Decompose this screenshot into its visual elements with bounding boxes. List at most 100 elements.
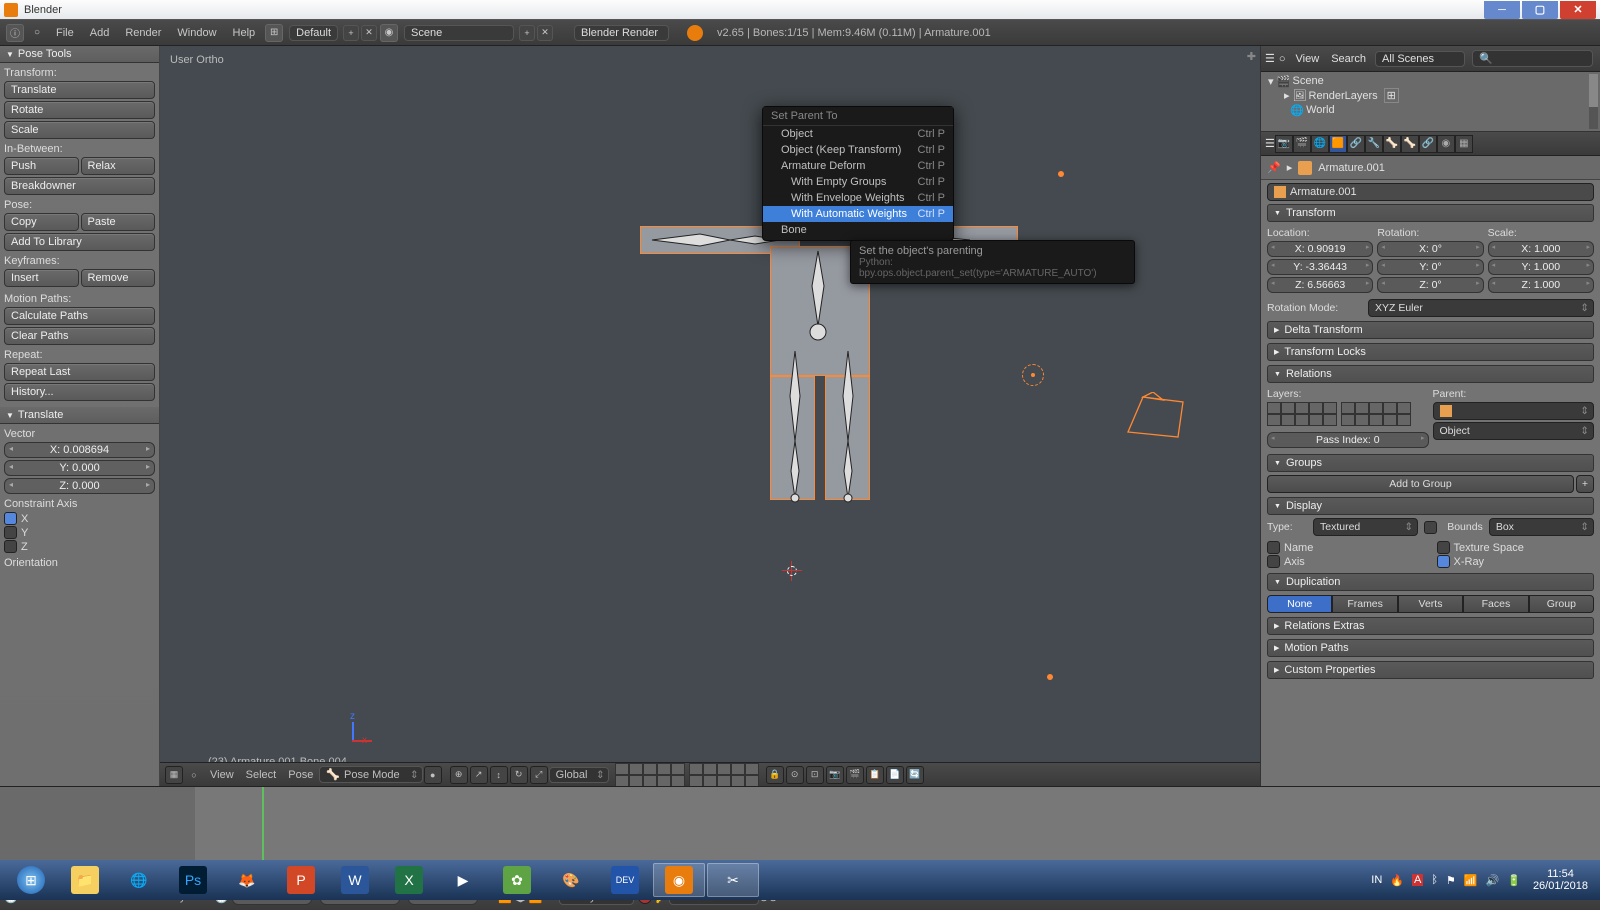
layer-buttons[interactable] bbox=[615, 763, 759, 787]
duplication-header[interactable]: Duplication bbox=[1267, 573, 1594, 591]
remove-key-button[interactable]: Remove bbox=[81, 269, 156, 287]
history-button[interactable]: History... bbox=[4, 383, 155, 401]
loc-x[interactable]: X: 0.90919 bbox=[1267, 241, 1373, 257]
pass-index[interactable]: Pass Index: 0 bbox=[1267, 432, 1429, 448]
parent-type-select[interactable]: Object bbox=[1433, 422, 1595, 440]
layer-grid[interactable] bbox=[1267, 402, 1429, 426]
bounds-type-select[interactable]: Box bbox=[1489, 518, 1594, 536]
loc-z[interactable]: Z: 6.56663 bbox=[1267, 277, 1373, 293]
tray-icon-1[interactable]: 🔥 bbox=[1390, 874, 1404, 887]
outliner-scene[interactable]: Scene bbox=[1293, 75, 1324, 87]
delta-transform-header[interactable]: Delta Transform bbox=[1267, 321, 1594, 339]
explorer-icon[interactable]: 📁 bbox=[59, 863, 111, 897]
outliner-search-field[interactable]: 🔍 bbox=[1472, 50, 1593, 67]
relax-button[interactable]: Relax bbox=[81, 157, 156, 175]
outliner-filter[interactable]: All Scenes bbox=[1375, 51, 1465, 67]
parent-select[interactable] bbox=[1433, 402, 1595, 420]
excel-icon[interactable]: X bbox=[383, 863, 435, 897]
menu-window[interactable]: Window bbox=[177, 27, 216, 39]
axis-x-check[interactable] bbox=[4, 512, 17, 525]
bounds-check[interactable] bbox=[1424, 521, 1437, 534]
system-tray[interactable]: IN 🔥 A ᛒ ⚑ 📶 🔊 🔋 11:54 26/01/2018 bbox=[1367, 868, 1596, 892]
paste-pose-icon[interactable]: 📄 bbox=[886, 766, 904, 784]
translate-op-header[interactable]: Translate bbox=[0, 407, 159, 424]
pivot-icon[interactable]: ⊕ bbox=[450, 766, 468, 784]
translate-button[interactable]: Translate bbox=[4, 81, 155, 99]
transform-locks-header[interactable]: Transform Locks bbox=[1267, 343, 1594, 361]
tab-render[interactable]: 📷 bbox=[1275, 135, 1293, 153]
menu-toggle-icon[interactable]: ○ bbox=[185, 766, 203, 784]
outliner-renderlayers[interactable]: RenderLayers bbox=[1309, 90, 1378, 102]
scale-y[interactable]: Y: 1.000 bbox=[1488, 259, 1594, 275]
playhead[interactable] bbox=[262, 787, 264, 867]
snipping-tool-icon[interactable]: ✂ bbox=[707, 863, 759, 897]
snap-icon[interactable]: ⊙ bbox=[786, 766, 804, 784]
shading-icon[interactable]: ● bbox=[424, 766, 442, 784]
relations-extras-header[interactable]: Relations Extras bbox=[1267, 617, 1594, 635]
tab-bone[interactable]: 🦴 bbox=[1401, 135, 1419, 153]
plus-icon[interactable]: ✚ bbox=[1247, 50, 1256, 63]
outliner-world[interactable]: World bbox=[1306, 104, 1335, 116]
insert-key-button[interactable]: Insert bbox=[4, 269, 79, 287]
tray-icon-adobe[interactable]: A bbox=[1412, 874, 1423, 886]
editor-type-icon[interactable]: ⓘ bbox=[6, 24, 24, 42]
mode-select[interactable]: 🦴Pose Mode bbox=[319, 766, 422, 783]
manipulator-icon[interactable]: ↗ bbox=[470, 766, 488, 784]
transform-header[interactable]: Transform bbox=[1267, 204, 1594, 222]
paste-flip-icon[interactable]: 🔄 bbox=[906, 766, 924, 784]
scene-add-button[interactable]: + bbox=[519, 25, 535, 41]
manipulator-scale-icon[interactable]: ⤢ bbox=[530, 766, 548, 784]
object-name-field[interactable]: Armature.001 bbox=[1267, 183, 1594, 201]
tab-data[interactable]: 🦴 bbox=[1383, 135, 1401, 153]
editor-type-3dview-icon[interactable]: ▦ bbox=[165, 766, 183, 784]
rot-x[interactable]: X: 0° bbox=[1377, 241, 1483, 257]
paste-button[interactable]: Paste bbox=[81, 213, 156, 231]
ctx-object-keep[interactable]: Object (Keep Transform)Ctrl P bbox=[763, 142, 953, 158]
repeat-last-button[interactable]: Repeat Last bbox=[4, 363, 155, 381]
maximize-button[interactable]: ▢ bbox=[1522, 1, 1558, 19]
orientation-select[interactable]: Global bbox=[549, 767, 609, 783]
start-button[interactable]: ⊞ bbox=[5, 863, 57, 897]
dup-frames[interactable]: Frames bbox=[1332, 595, 1397, 613]
blender-taskbar-icon[interactable]: ◉ bbox=[653, 863, 705, 897]
scale-z[interactable]: Z: 1.000 bbox=[1488, 277, 1594, 293]
dup-none[interactable]: None bbox=[1267, 595, 1332, 613]
outliner-search[interactable]: Search bbox=[1331, 53, 1366, 65]
battery-icon[interactable]: 🔋 bbox=[1507, 874, 1521, 887]
rot-y[interactable]: Y: 0° bbox=[1377, 259, 1483, 275]
screen-layout-select[interactable]: Default bbox=[289, 25, 338, 41]
vector-y[interactable]: Y: 0.000 bbox=[4, 460, 155, 476]
tab-object[interactable]: 🟧 bbox=[1329, 135, 1347, 153]
vp-menu-view[interactable]: View bbox=[210, 769, 234, 781]
ctx-empty-groups[interactable]: With Empty GroupsCtrl P bbox=[763, 174, 953, 190]
breakdowner-button[interactable]: Breakdowner bbox=[4, 177, 155, 195]
tab-world[interactable]: 🌐 bbox=[1311, 135, 1329, 153]
tab-scene[interactable]: 🎬 bbox=[1293, 135, 1311, 153]
display-name-check[interactable] bbox=[1267, 541, 1280, 554]
vp-menu-select[interactable]: Select bbox=[246, 769, 277, 781]
layout-add-button[interactable]: + bbox=[343, 25, 359, 41]
texspace-check[interactable] bbox=[1437, 541, 1450, 554]
rotate-button[interactable]: Rotate bbox=[4, 101, 155, 119]
flag-icon[interactable]: ⚑ bbox=[1446, 874, 1456, 887]
vp-menu-pose[interactable]: Pose bbox=[288, 769, 313, 781]
tab-texture[interactable]: ▦ bbox=[1455, 135, 1473, 153]
motion-paths-header[interactable]: Motion Paths bbox=[1267, 639, 1594, 657]
loc-y[interactable]: Y: -3.36443 bbox=[1267, 259, 1373, 275]
outliner[interactable]: ▾🎬Scene ▸🖼RenderLayers⊞ 🌐World bbox=[1261, 72, 1600, 132]
word-icon[interactable]: W bbox=[329, 863, 381, 897]
add-to-group-button[interactable]: Add to Group bbox=[1267, 475, 1574, 493]
menu-render[interactable]: Render bbox=[125, 27, 161, 39]
outliner-view[interactable]: View bbox=[1296, 53, 1320, 65]
rot-z[interactable]: Z: 0° bbox=[1377, 277, 1483, 293]
menu-help[interactable]: Help bbox=[233, 27, 256, 39]
axis-z-check[interactable] bbox=[4, 540, 17, 553]
copy-pose-icon[interactable]: 📋 bbox=[866, 766, 884, 784]
lang-indicator[interactable]: IN bbox=[1371, 874, 1382, 886]
screen-browse-icon[interactable]: ⊞ bbox=[265, 24, 283, 42]
scene-del-button[interactable]: ✕ bbox=[537, 25, 553, 41]
relations-header[interactable]: Relations bbox=[1267, 365, 1594, 383]
lock-icon[interactable]: 🔒 bbox=[766, 766, 784, 784]
menu-collapse-icon[interactable]: ○ bbox=[28, 24, 46, 42]
xray-check[interactable] bbox=[1437, 555, 1450, 568]
